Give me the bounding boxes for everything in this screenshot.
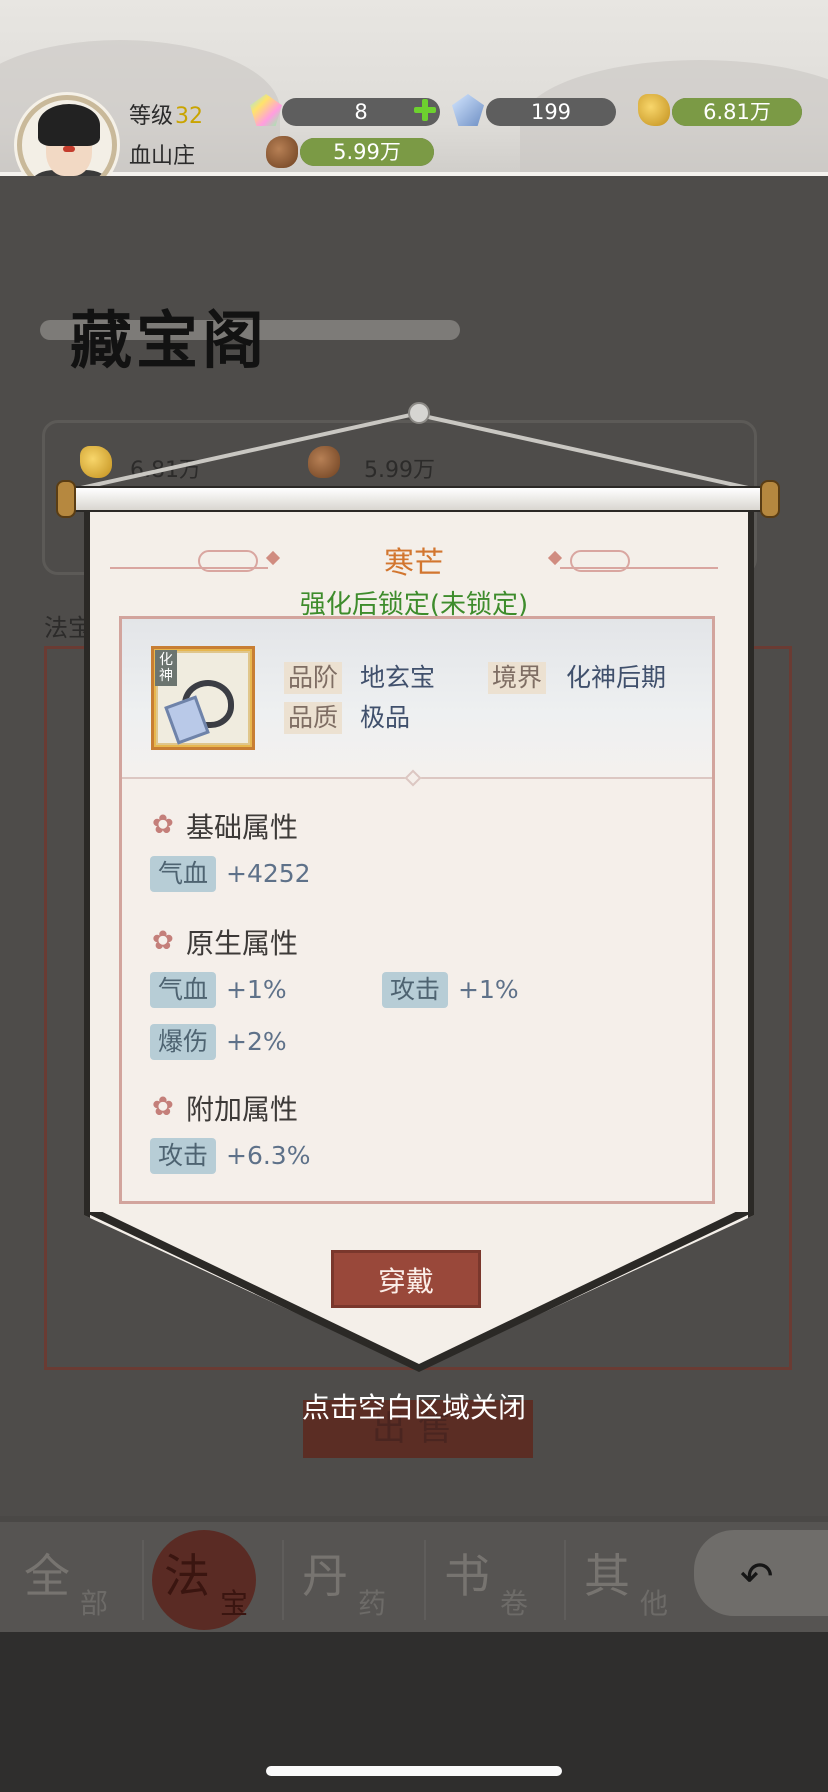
tab-sublabel: 宝 — [220, 1587, 249, 1620]
attr-value: +4252 — [226, 859, 311, 888]
tab-books[interactable]: 书 卷 — [444, 1540, 564, 1620]
grade-label: 品阶 — [284, 662, 343, 694]
tab-label: 其 — [584, 1549, 630, 1603]
tab-label: 丹 — [302, 1549, 348, 1603]
tab-sublabel: 药 — [358, 1587, 387, 1620]
tab-pills[interactable]: 丹 药 — [302, 1540, 422, 1620]
realm-value: 化神后期 — [566, 663, 667, 692]
attr-value: +2% — [226, 1027, 287, 1056]
attr-value: +6.3% — [226, 1141, 311, 1170]
tab-divider — [564, 1540, 566, 1620]
sect-name: 血山庄 — [129, 144, 196, 169]
close-hint: 点击空白区域关闭 — [301, 1391, 526, 1424]
attr-name: 爆伤 — [150, 1024, 217, 1060]
rope-knob — [408, 402, 430, 424]
panel-wood-value: 5.99万 — [364, 458, 435, 483]
flower-icon: ✿ — [152, 926, 174, 956]
resource-wood: 5.99万 — [300, 138, 434, 166]
resource-value: 199 — [530, 100, 572, 124]
tab-other[interactable]: 其 他 — [584, 1540, 704, 1620]
attr-name: 气血 — [150, 972, 217, 1008]
item-name: 寒芒 — [384, 546, 444, 581]
tab-sublabel: 卷 — [500, 1587, 529, 1620]
resource-value: 6.81万 — [703, 100, 771, 124]
attr-value: +1% — [458, 975, 519, 1004]
section-title: 原生属性 — [186, 927, 299, 960]
tab-divider — [282, 1540, 284, 1620]
attr-name: 攻击 — [382, 972, 449, 1008]
flower-icon: ✿ — [152, 1092, 174, 1122]
tab-divider — [424, 1540, 426, 1620]
gold-ore-icon — [80, 446, 112, 478]
rod-end-right — [760, 480, 780, 518]
quality-value: 极品 — [360, 703, 411, 732]
level-label: 等级 — [129, 104, 174, 129]
wear-button[interactable]: 穿戴 — [331, 1250, 481, 1308]
resource-gold: 6.81万 — [672, 98, 802, 126]
tab-label: 法 — [164, 1549, 210, 1603]
page-title: 藏宝阁 — [70, 304, 269, 377]
scroll-rod — [60, 486, 778, 512]
attr-name: 气血 — [150, 856, 217, 892]
plus-icon[interactable] — [411, 96, 439, 124]
realm-label: 境界 — [488, 662, 547, 694]
level-value: 32 — [175, 104, 204, 129]
section-title: 附加属性 — [186, 1093, 299, 1126]
tab-divider — [142, 1540, 144, 1620]
wood-icon — [308, 446, 340, 478]
tab-treasure[interactable]: 法 宝 — [164, 1540, 284, 1620]
tab-all[interactable]: 全 部 — [24, 1540, 144, 1620]
tab-sublabel: 他 — [640, 1587, 669, 1620]
tab-sublabel: 部 — [80, 1587, 109, 1620]
tab-label: 书 — [444, 1549, 490, 1603]
grade-value: 地玄宝 — [360, 663, 436, 692]
title-ornament-line — [560, 567, 718, 569]
resource-value: 5.99万 — [333, 140, 401, 164]
rod-end-left — [56, 480, 76, 518]
title-ornament-swirl — [198, 550, 258, 572]
attr-value: +1% — [226, 975, 287, 1004]
resource-value: 8 — [354, 100, 368, 124]
section-title: 基础属性 — [186, 811, 299, 844]
gold-ore-icon — [638, 94, 670, 126]
player-level: 等级32 — [129, 98, 203, 130]
attr-name: 攻击 — [150, 1138, 217, 1174]
tab-label: 全 — [24, 1549, 70, 1603]
back-arrow-icon: ↶ — [740, 1554, 774, 1600]
flower-icon: ✿ — [152, 810, 174, 840]
wood-icon — [266, 136, 298, 168]
item-realm-tag: 化神 — [155, 650, 177, 686]
resource-blue-crystal: 199 — [486, 98, 616, 126]
home-indicator[interactable] — [266, 1766, 562, 1776]
quality-label: 品质 — [284, 702, 343, 734]
